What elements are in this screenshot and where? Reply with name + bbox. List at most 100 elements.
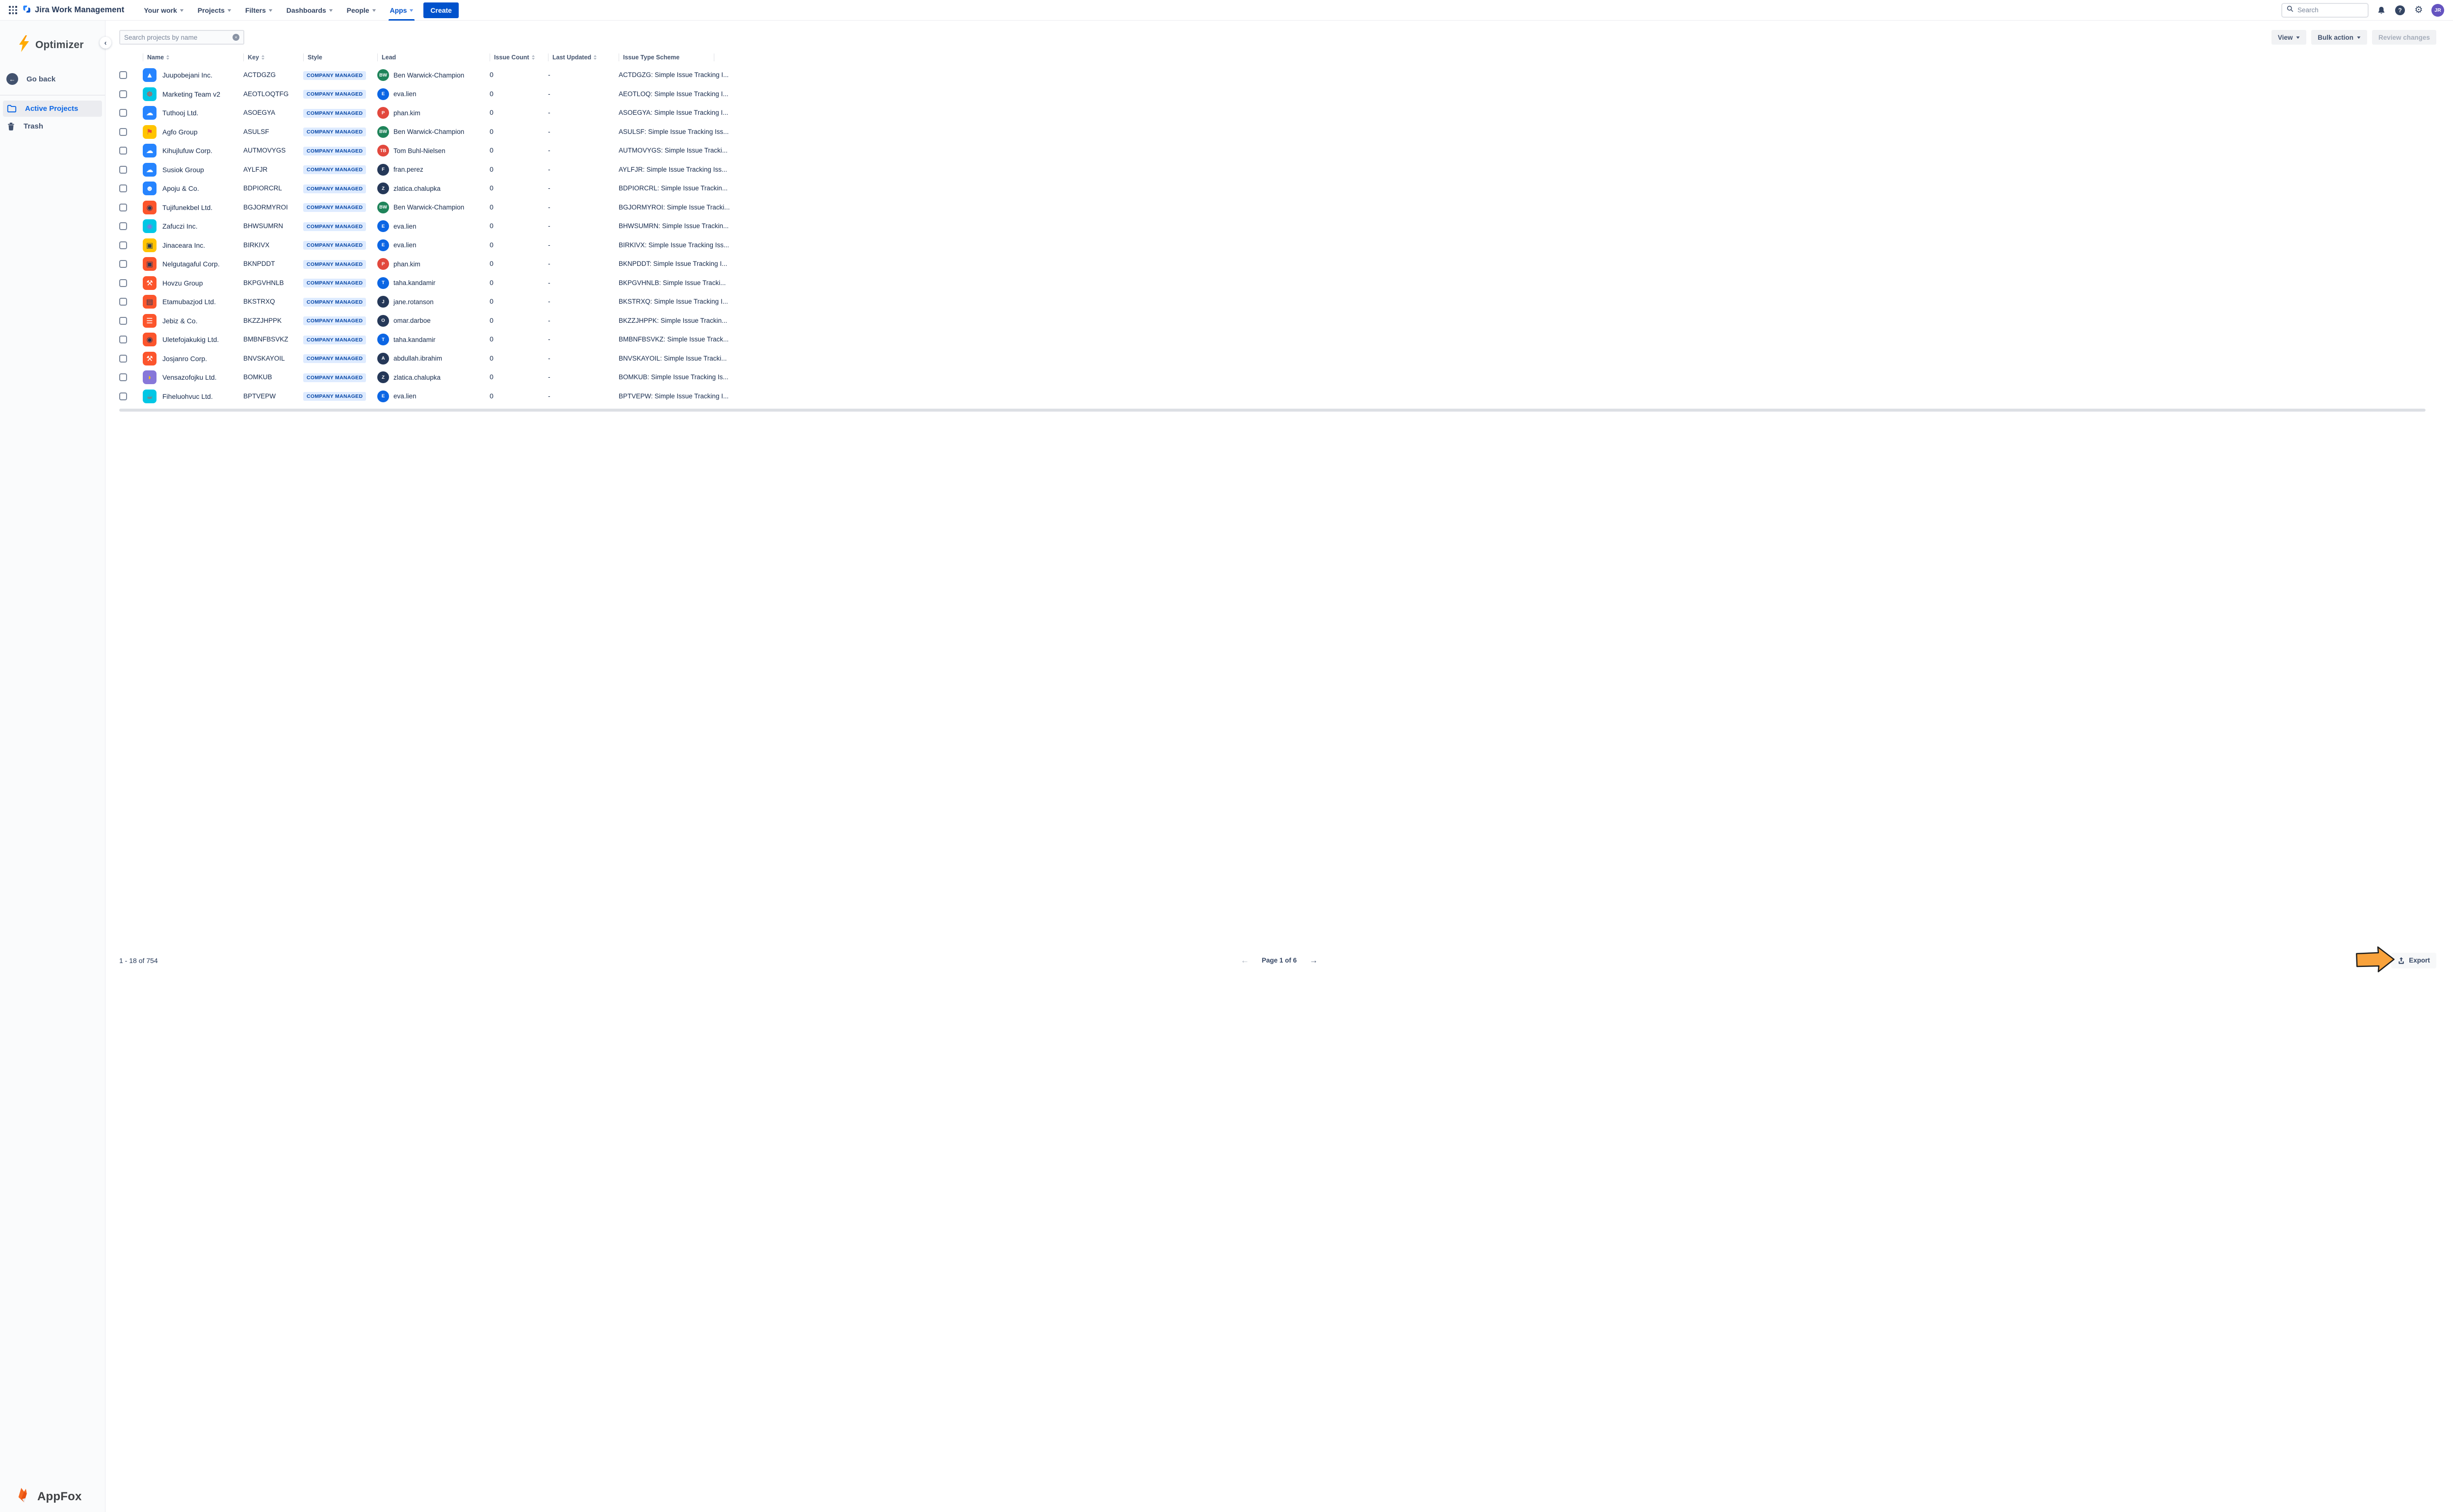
- go-back-item[interactable]: ← Go back: [0, 70, 105, 88]
- project-name[interactable]: Tujifunekbel Ltd.: [162, 204, 212, 211]
- project-name[interactable]: Vensazofojku Ltd.: [162, 373, 217, 381]
- row-checkbox[interactable]: [119, 355, 127, 363]
- project-name[interactable]: Josjanro Corp.: [162, 355, 207, 363]
- row-checkbox[interactable]: [119, 222, 127, 230]
- row-checkbox[interactable]: [119, 166, 127, 174]
- project-search-input[interactable]: [124, 34, 233, 41]
- table-row[interactable]: ▣ Jinaceara Inc. BIRKIVX COMPANY MANAGED…: [119, 236, 2439, 255]
- app-switcher-icon[interactable]: [9, 6, 17, 14]
- project-name[interactable]: Hovzu Group: [162, 279, 203, 287]
- row-checkbox[interactable]: [119, 128, 127, 136]
- table-row[interactable]: ☰ Jebiz & Co. BKZZJHPPK COMPANY MANAGED …: [119, 312, 2439, 331]
- row-checkbox[interactable]: [119, 298, 127, 306]
- project-icon-glyph: ◉: [146, 335, 153, 344]
- project-name[interactable]: Zafuczi Inc.: [162, 222, 198, 230]
- project-name[interactable]: Juupobejani Inc.: [162, 71, 212, 79]
- create-button[interactable]: Create: [423, 2, 459, 18]
- project-icon-glyph: ☁: [146, 146, 154, 155]
- project-name[interactable]: Susiok Group: [162, 166, 204, 174]
- bulk-action-button[interactable]: Bulk action▼: [2311, 30, 2367, 45]
- table-row[interactable]: ☸ Marketing Team v2 AEOTLOQTFG COMPANY M…: [119, 85, 2439, 104]
- table-row[interactable]: ☁ Kihujlufuw Corp. AUTMOVYGS COMPANY MAN…: [119, 141, 2439, 160]
- project-name[interactable]: Uletefojakukig Ltd.: [162, 336, 219, 343]
- clear-search-icon[interactable]: ×: [233, 34, 239, 41]
- row-checkbox[interactable]: [119, 279, 127, 287]
- table-row[interactable]: ⚒ Hovzu Group BKPGVHNLB COMPANY MANAGED …: [119, 274, 2439, 293]
- row-checkbox[interactable]: [119, 373, 127, 381]
- project-name[interactable]: Kihujlufuw Corp.: [162, 147, 212, 155]
- project-name[interactable]: Apoju & Co.: [162, 184, 199, 192]
- row-checkbox[interactable]: [119, 260, 127, 268]
- project-name[interactable]: Fiheluohvuc Ltd.: [162, 392, 213, 400]
- menu-filters[interactable]: Filters▼: [239, 0, 279, 21]
- table-row[interactable]: ◉ Tujifunekbel Ltd. BGJORMYROI COMPANY M…: [119, 198, 2439, 217]
- table-row[interactable]: ◉ Uletefojakukig Ltd. BMBNFBSVKZ COMPANY…: [119, 330, 2439, 349]
- project-name[interactable]: Nelgutagaful Corp.: [162, 260, 220, 268]
- export-button[interactable]: Export: [2391, 953, 2436, 968]
- project-icon-glyph: ☻: [146, 184, 154, 193]
- menu-your-work[interactable]: Your work▼: [138, 0, 189, 21]
- jira-brand[interactable]: Jira Work Management: [22, 4, 124, 16]
- project-search[interactable]: ×: [119, 30, 244, 45]
- table-row[interactable]: ◉ Zafuczi Inc. BHWSUMRN COMPANY MANAGED …: [119, 217, 2439, 236]
- row-checkbox[interactable]: [119, 109, 127, 117]
- row-checkbox[interactable]: [119, 392, 127, 400]
- last-updated: -: [548, 165, 550, 173]
- table-row[interactable]: ☻ Apoju & Co. BDPIORCRL COMPANY MANAGED …: [119, 179, 2439, 198]
- table-row[interactable]: ▲ Juupobejani Inc. ACTDGZG COMPANY MANAG…: [119, 66, 2439, 85]
- global-search[interactable]: [2281, 3, 2369, 18]
- row-checkbox[interactable]: [119, 317, 127, 325]
- table-row[interactable]: ▤ Etamubazjod Ltd. BKSTRXQ COMPANY MANAG…: [119, 292, 2439, 312]
- settings-gear-icon[interactable]: ⚙: [2413, 4, 2425, 16]
- table-row[interactable]: ◗ Vensazofojku Ltd. BOMKUB COMPANY MANAG…: [119, 368, 2439, 387]
- project-name[interactable]: Etamubazjod Ltd.: [162, 298, 216, 306]
- style-badge: COMPANY MANAGED: [303, 279, 366, 287]
- row-checkbox[interactable]: [119, 336, 127, 343]
- table-row[interactable]: ▣ Nelgutagaful Corp. BKNPDDT COMPANY MAN…: [119, 255, 2439, 274]
- project-name[interactable]: Jinaceara Inc.: [162, 241, 205, 249]
- menu-apps[interactable]: Apps▼: [384, 0, 419, 21]
- column-header-name[interactable]: Name: [143, 53, 243, 61]
- menu-dashboards[interactable]: Dashboards▼: [281, 0, 339, 21]
- project-name[interactable]: Tuthooj Ltd.: [162, 109, 198, 117]
- column-header-key[interactable]: Key: [243, 53, 303, 61]
- menu-projects[interactable]: Projects▼: [192, 0, 237, 21]
- project-icon: ☕: [143, 390, 157, 403]
- row-checkbox[interactable]: [119, 204, 127, 211]
- previous-page-arrow-icon[interactable]: ←: [1241, 956, 1249, 965]
- issue-count: 0: [490, 222, 494, 230]
- row-checkbox[interactable]: [119, 147, 127, 155]
- sidebar-item-active-projects[interactable]: Active Projects: [3, 101, 102, 117]
- help-icon[interactable]: ?: [2394, 4, 2406, 16]
- issue-type-scheme: ACTDGZG: Simple Issue Tracking I...: [619, 71, 729, 78]
- notifications-bell-icon[interactable]: [2375, 4, 2387, 16]
- project-name[interactable]: Marketing Team v2: [162, 90, 220, 98]
- row-checkbox[interactable]: [119, 241, 127, 249]
- row-checkbox[interactable]: [119, 90, 127, 98]
- table-row[interactable]: ⚒ Josjanro Corp. BNVSKAYOIL COMPANY MANA…: [119, 349, 2439, 368]
- table-row[interactable]: ☕ Fiheluohvuc Ltd. BPTVEPW COMPANY MANAG…: [119, 387, 2439, 406]
- lead-name: eva.lien: [393, 223, 417, 230]
- table-row[interactable]: ⚑ Agfo Group ASULSF COMPANY MANAGED BW B…: [119, 123, 2439, 142]
- lead-avatar: TB: [377, 145, 389, 156]
- sidebar-item-trash[interactable]: Trash: [3, 118, 102, 134]
- menu-people[interactable]: People▼: [341, 0, 382, 21]
- next-page-arrow-icon[interactable]: →: [1309, 956, 1318, 965]
- view-button[interactable]: View▼: [2271, 30, 2306, 45]
- sidebar-collapse-button[interactable]: ‹: [100, 37, 111, 49]
- project-key: BHWSUMRN: [243, 222, 283, 230]
- user-avatar[interactable]: JR: [2431, 4, 2444, 17]
- table-row[interactable]: ☁ Susiok Group AYLFJR COMPANY MANAGED F …: [119, 160, 2439, 180]
- table-row[interactable]: ☁ Tuthooj Ltd. ASOEGYA COMPANY MANAGED P…: [119, 104, 2439, 123]
- project-name[interactable]: Jebiz & Co.: [162, 317, 198, 325]
- issue-count: 0: [490, 260, 494, 267]
- column-header-issue-count[interactable]: Issue Count: [490, 53, 548, 61]
- column-header-last-updated[interactable]: Last Updated: [548, 53, 619, 61]
- review-changes-button[interactable]: Review changes: [2372, 30, 2436, 45]
- issue-type-scheme: AYLFJR: Simple Issue Tracking Iss...: [619, 166, 727, 173]
- row-checkbox[interactable]: [119, 71, 127, 79]
- row-checkbox[interactable]: [119, 184, 127, 192]
- issue-type-scheme: ASULSF: Simple Issue Tracking Iss...: [619, 128, 729, 135]
- project-name[interactable]: Agfo Group: [162, 128, 198, 136]
- global-search-input[interactable]: [2297, 6, 2356, 14]
